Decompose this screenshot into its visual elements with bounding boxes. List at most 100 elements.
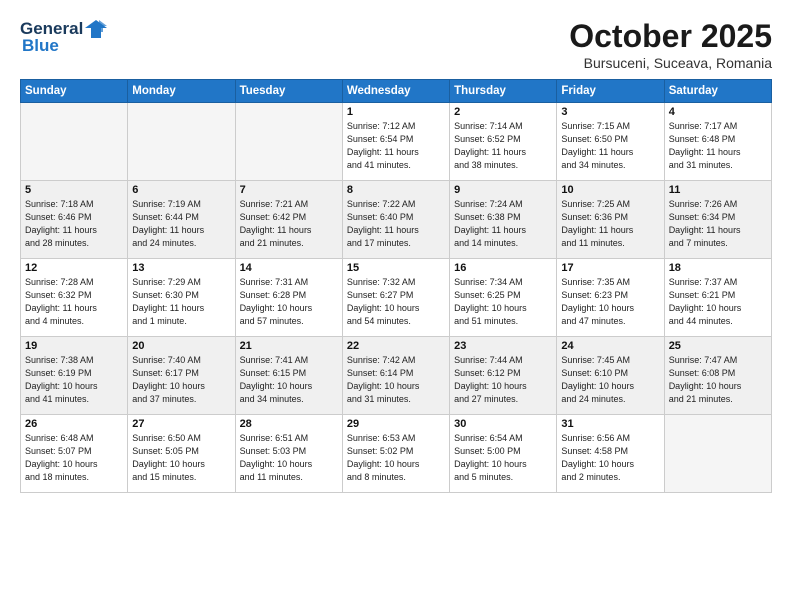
day-number: 30 xyxy=(454,418,552,430)
calendar-cell: 23 Sunrise: 7:44 AM Sunset: 6:12 PM Dayli… xyxy=(450,337,557,415)
calendar-cell: 17 Sunrise: 7:35 AM Sunset: 6:23 PM Dayli… xyxy=(557,259,664,337)
calendar-cell: 19 Sunrise: 7:38 AM Sunset: 6:19 PM Dayli… xyxy=(21,337,128,415)
day-number: 16 xyxy=(454,262,552,274)
calendar-cell: 8Sunrise: 7:22 AM Sunset: 6:40 PM Daylig… xyxy=(342,181,449,259)
calendar-cell xyxy=(664,415,771,493)
calendar-cell: 24 Sunrise: 7:45 AM Sunset: 6:10 PM Dayli… xyxy=(557,337,664,415)
calendar-cell: 27Sunrise: 6:50 AM Sunset: 5:05 PM Dayli… xyxy=(128,415,235,493)
calendar-cell: 9Sunrise: 7:24 AM Sunset: 6:38 PM Daylig… xyxy=(450,181,557,259)
weekday-header-row: SundayMondayTuesdayWednesdayThursdayFrid… xyxy=(21,80,772,103)
calendar-cell: 13 Sunrise: 7:29 AM Sunset: 6:30 PM Dayli… xyxy=(128,259,235,337)
day-info: Sunrise: 7:42 AM Sunset: 6:14 PM Dayligh… xyxy=(347,354,445,406)
day-info: Sunrise: 7:21 AM Sunset: 6:42 PM Dayligh… xyxy=(240,198,338,250)
day-info: Sunrise: 7:17 AM Sunset: 6:48 PM Dayligh… xyxy=(669,120,767,172)
day-number: 24 xyxy=(561,340,659,352)
calendar-cell: 6Sunrise: 7:19 AM Sunset: 6:44 PM Daylig… xyxy=(128,181,235,259)
day-number: 13 xyxy=(132,262,230,274)
weekday-header-tuesday: Tuesday xyxy=(235,80,342,103)
day-info: Sunrise: 7:28 AM Sunset: 6:32 PM Dayligh… xyxy=(25,276,123,328)
calendar-cell: 30 Sunrise: 6:54 AM Sunset: 5:00 PM Dayli… xyxy=(450,415,557,493)
weekday-header-saturday: Saturday xyxy=(664,80,771,103)
title-block: October 2025 Bursuceni, Suceava, Romania xyxy=(569,18,772,71)
weekday-header-sunday: Sunday xyxy=(21,80,128,103)
weekday-header-wednesday: Wednesday xyxy=(342,80,449,103)
day-info: Sunrise: 7:12 AM Sunset: 6:54 PM Dayligh… xyxy=(347,120,445,172)
week-row-1: 1 Sunrise: 7:12 AM Sunset: 6:54 PM Daylig… xyxy=(21,103,772,181)
day-info: Sunrise: 6:53 AM Sunset: 5:02 PM Dayligh… xyxy=(347,432,445,484)
calendar-cell: 11Sunrise: 7:26 AM Sunset: 6:34 PM Dayli… xyxy=(664,181,771,259)
week-row-5: 26 Sunrise: 6:48 AM Sunset: 5:07 PM Dayli… xyxy=(21,415,772,493)
day-number: 28 xyxy=(240,418,338,430)
calendar-cell: 20 Sunrise: 7:40 AM Sunset: 6:17 PM Dayli… xyxy=(128,337,235,415)
day-number: 20 xyxy=(132,340,230,352)
day-number: 2 xyxy=(454,106,552,118)
day-info: Sunrise: 7:32 AM Sunset: 6:27 PM Dayligh… xyxy=(347,276,445,328)
calendar-cell: 4 Sunrise: 7:17 AM Sunset: 6:48 PM Daylig… xyxy=(664,103,771,181)
day-number: 3 xyxy=(561,106,659,118)
calendar-cell: 7 Sunrise: 7:21 AM Sunset: 6:42 PM Daylig… xyxy=(235,181,342,259)
calendar-cell: 25Sunrise: 7:47 AM Sunset: 6:08 PM Dayli… xyxy=(664,337,771,415)
day-info: Sunrise: 6:56 AM Sunset: 4:58 PM Dayligh… xyxy=(561,432,659,484)
calendar-cell: 5 Sunrise: 7:18 AM Sunset: 6:46 PM Daylig… xyxy=(21,181,128,259)
logo: General Blue xyxy=(20,18,107,56)
day-number: 7 xyxy=(240,184,338,196)
calendar-page: General Blue October 2025 Bursuceni, Suc… xyxy=(0,0,792,612)
calendar-cell: 10 Sunrise: 7:25 AM Sunset: 6:36 PM Dayli… xyxy=(557,181,664,259)
day-number: 8 xyxy=(347,184,445,196)
week-row-2: 5 Sunrise: 7:18 AM Sunset: 6:46 PM Daylig… xyxy=(21,181,772,259)
day-info: Sunrise: 7:40 AM Sunset: 6:17 PM Dayligh… xyxy=(132,354,230,406)
day-number: 31 xyxy=(561,418,659,430)
weekday-header-thursday: Thursday xyxy=(450,80,557,103)
location: Bursuceni, Suceava, Romania xyxy=(569,55,772,71)
day-number: 18 xyxy=(669,262,767,274)
day-number: 17 xyxy=(561,262,659,274)
day-number: 5 xyxy=(25,184,123,196)
day-info: Sunrise: 7:38 AM Sunset: 6:19 PM Dayligh… xyxy=(25,354,123,406)
calendar-cell xyxy=(128,103,235,181)
calendar-cell xyxy=(235,103,342,181)
day-info: Sunrise: 7:18 AM Sunset: 6:46 PM Dayligh… xyxy=(25,198,123,250)
day-info: Sunrise: 7:37 AM Sunset: 6:21 PM Dayligh… xyxy=(669,276,767,328)
day-number: 6 xyxy=(132,184,230,196)
calendar-cell: 29 Sunrise: 6:53 AM Sunset: 5:02 PM Dayli… xyxy=(342,415,449,493)
day-number: 9 xyxy=(454,184,552,196)
day-info: Sunrise: 7:41 AM Sunset: 6:15 PM Dayligh… xyxy=(240,354,338,406)
day-info: Sunrise: 6:51 AM Sunset: 5:03 PM Dayligh… xyxy=(240,432,338,484)
day-number: 23 xyxy=(454,340,552,352)
day-number: 10 xyxy=(561,184,659,196)
calendar-cell: 26 Sunrise: 6:48 AM Sunset: 5:07 PM Dayli… xyxy=(21,415,128,493)
day-info: Sunrise: 7:26 AM Sunset: 6:34 PM Dayligh… xyxy=(669,198,767,250)
day-info: Sunrise: 7:14 AM Sunset: 6:52 PM Dayligh… xyxy=(454,120,552,172)
month-title: October 2025 xyxy=(569,18,772,55)
day-info: Sunrise: 7:35 AM Sunset: 6:23 PM Dayligh… xyxy=(561,276,659,328)
calendar-cell: 12Sunrise: 7:28 AM Sunset: 6:32 PM Dayli… xyxy=(21,259,128,337)
day-info: Sunrise: 6:54 AM Sunset: 5:00 PM Dayligh… xyxy=(454,432,552,484)
week-row-3: 12Sunrise: 7:28 AM Sunset: 6:32 PM Dayli… xyxy=(21,259,772,337)
day-info: Sunrise: 7:31 AM Sunset: 6:28 PM Dayligh… xyxy=(240,276,338,328)
day-info: Sunrise: 6:50 AM Sunset: 5:05 PM Dayligh… xyxy=(132,432,230,484)
day-info: Sunrise: 7:25 AM Sunset: 6:36 PM Dayligh… xyxy=(561,198,659,250)
calendar-cell: 16Sunrise: 7:34 AM Sunset: 6:25 PM Dayli… xyxy=(450,259,557,337)
day-number: 25 xyxy=(669,340,767,352)
day-info: Sunrise: 7:29 AM Sunset: 6:30 PM Dayligh… xyxy=(132,276,230,328)
day-info: Sunrise: 7:45 AM Sunset: 6:10 PM Dayligh… xyxy=(561,354,659,406)
day-info: Sunrise: 6:48 AM Sunset: 5:07 PM Dayligh… xyxy=(25,432,123,484)
week-row-4: 19 Sunrise: 7:38 AM Sunset: 6:19 PM Dayli… xyxy=(21,337,772,415)
day-number: 14 xyxy=(240,262,338,274)
weekday-header-friday: Friday xyxy=(557,80,664,103)
day-info: Sunrise: 7:44 AM Sunset: 6:12 PM Dayligh… xyxy=(454,354,552,406)
calendar-cell: 1 Sunrise: 7:12 AM Sunset: 6:54 PM Daylig… xyxy=(342,103,449,181)
day-number: 19 xyxy=(25,340,123,352)
header: General Blue October 2025 Bursuceni, Suc… xyxy=(20,18,772,71)
weekday-header-monday: Monday xyxy=(128,80,235,103)
calendar-cell: 28 Sunrise: 6:51 AM Sunset: 5:03 PM Dayli… xyxy=(235,415,342,493)
day-number: 1 xyxy=(347,106,445,118)
day-number: 4 xyxy=(669,106,767,118)
logo-bird-icon xyxy=(85,18,107,40)
day-number: 26 xyxy=(25,418,123,430)
calendar-cell: 21Sunrise: 7:41 AM Sunset: 6:15 PM Dayli… xyxy=(235,337,342,415)
day-info: Sunrise: 7:15 AM Sunset: 6:50 PM Dayligh… xyxy=(561,120,659,172)
calendar-cell: 3 Sunrise: 7:15 AM Sunset: 6:50 PM Daylig… xyxy=(557,103,664,181)
day-number: 29 xyxy=(347,418,445,430)
day-number: 15 xyxy=(347,262,445,274)
